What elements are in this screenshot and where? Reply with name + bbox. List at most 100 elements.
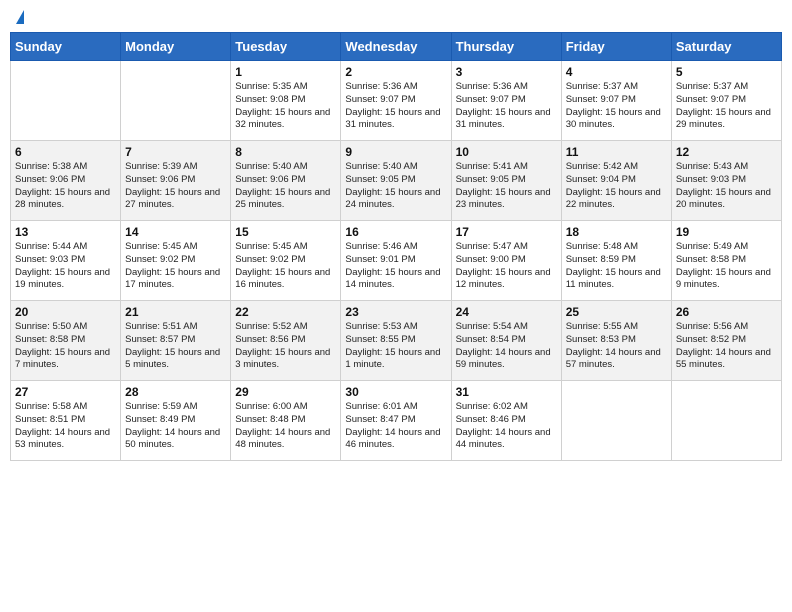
day-info: Sunrise: 5:55 AMSunset: 8:53 PMDaylight:…	[566, 321, 667, 372]
calendar-day-cell: 30 Sunrise: 6:01 AMSunset: 8:47 PMDayligh…	[341, 381, 451, 461]
day-number: 15	[235, 225, 336, 239]
day-number: 28	[125, 385, 226, 399]
day-number: 16	[345, 225, 446, 239]
logo-triangle-icon	[16, 10, 24, 24]
day-info: Sunrise: 5:37 AMSunset: 9:07 PMDaylight:…	[676, 81, 777, 132]
calendar-day-cell: 7 Sunrise: 5:39 AMSunset: 9:06 PMDaylight…	[121, 141, 231, 221]
calendar-day-cell	[11, 61, 121, 141]
calendar-day-cell	[671, 381, 781, 461]
weekday-header-saturday: Saturday	[671, 33, 781, 61]
calendar-week-row: 20 Sunrise: 5:50 AMSunset: 8:58 PMDayligh…	[11, 301, 782, 381]
day-info: Sunrise: 5:48 AMSunset: 8:59 PMDaylight:…	[566, 241, 667, 292]
calendar-day-cell	[121, 61, 231, 141]
day-number: 30	[345, 385, 446, 399]
day-info: Sunrise: 5:47 AMSunset: 9:00 PMDaylight:…	[456, 241, 557, 292]
calendar-day-cell: 11 Sunrise: 5:42 AMSunset: 9:04 PMDayligh…	[561, 141, 671, 221]
day-number: 14	[125, 225, 226, 239]
day-number: 19	[676, 225, 777, 239]
weekday-header-tuesday: Tuesday	[231, 33, 341, 61]
calendar-day-cell: 20 Sunrise: 5:50 AMSunset: 8:58 PMDayligh…	[11, 301, 121, 381]
day-info: Sunrise: 6:01 AMSunset: 8:47 PMDaylight:…	[345, 401, 446, 452]
calendar-week-row: 6Sunrise: 5:38 AMSunset: 9:06 PMDaylight…	[11, 141, 782, 221]
day-info: Sunrise: 5:42 AMSunset: 9:04 PMDaylight:…	[566, 161, 667, 212]
day-number: 26	[676, 305, 777, 319]
calendar-day-cell: 5 Sunrise: 5:37 AMSunset: 9:07 PMDaylight…	[671, 61, 781, 141]
calendar-day-cell: 9 Sunrise: 5:40 AMSunset: 9:05 PMDaylight…	[341, 141, 451, 221]
day-number: 29	[235, 385, 336, 399]
calendar-day-cell: 13 Sunrise: 5:44 AMSunset: 9:03 PMDayligh…	[11, 221, 121, 301]
page-header	[10, 10, 782, 24]
day-number: 5	[676, 65, 777, 79]
day-number: 1	[235, 65, 336, 79]
day-info: Sunrise: 5:49 AMSunset: 8:58 PMDaylight:…	[676, 241, 777, 292]
day-info: Sunrise: 5:37 AMSunset: 9:07 PMDaylight:…	[566, 81, 667, 132]
day-number: 2	[345, 65, 446, 79]
calendar-day-cell: 22 Sunrise: 5:52 AMSunset: 8:56 PMDayligh…	[231, 301, 341, 381]
calendar-day-cell: 31 Sunrise: 6:02 AMSunset: 8:46 PMDayligh…	[451, 381, 561, 461]
day-number: 18	[566, 225, 667, 239]
day-info: Sunrise: 6:02 AMSunset: 8:46 PMDaylight:…	[456, 401, 557, 452]
day-info: Sunrise: 6:00 AMSunset: 8:48 PMDaylight:…	[235, 401, 336, 452]
calendar-day-cell: 3 Sunrise: 5:36 AMSunset: 9:07 PMDaylight…	[451, 61, 561, 141]
day-number: 21	[125, 305, 226, 319]
day-info: Sunrise: 5:43 AMSunset: 9:03 PMDaylight:…	[676, 161, 777, 212]
day-info: Sunrise: 5:52 AMSunset: 8:56 PMDaylight:…	[235, 321, 336, 372]
day-number: 31	[456, 385, 557, 399]
day-number: 24	[456, 305, 557, 319]
day-info: Sunrise: 5:35 AMSunset: 9:08 PMDaylight:…	[235, 81, 336, 132]
calendar-day-cell: 8 Sunrise: 5:40 AMSunset: 9:06 PMDaylight…	[231, 141, 341, 221]
day-number: 7	[125, 145, 226, 159]
day-info: Sunrise: 5:54 AMSunset: 8:54 PMDaylight:…	[456, 321, 557, 372]
day-info: Sunrise: 5:36 AMSunset: 9:07 PMDaylight:…	[456, 81, 557, 132]
logo	[14, 10, 24, 24]
day-number: 20	[15, 305, 116, 319]
day-number: 12	[676, 145, 777, 159]
day-info: Sunrise: 5:46 AMSunset: 9:01 PMDaylight:…	[345, 241, 446, 292]
calendar-day-cell: 15Sunrise: 5:45 AMSunset: 9:02 PMDayligh…	[231, 221, 341, 301]
day-number: 3	[456, 65, 557, 79]
weekday-header-friday: Friday	[561, 33, 671, 61]
day-info: Sunrise: 5:56 AMSunset: 8:52 PMDaylight:…	[676, 321, 777, 372]
calendar-week-row: 1 Sunrise: 5:35 AMSunset: 9:08 PMDaylight…	[11, 61, 782, 141]
calendar-day-cell: 28Sunrise: 5:59 AMSunset: 8:49 PMDayligh…	[121, 381, 231, 461]
calendar-day-cell: 25Sunrise: 5:55 AMSunset: 8:53 PMDayligh…	[561, 301, 671, 381]
day-number: 23	[345, 305, 446, 319]
calendar-day-cell: 19 Sunrise: 5:49 AMSunset: 8:58 PMDayligh…	[671, 221, 781, 301]
day-info: Sunrise: 5:44 AMSunset: 9:03 PMDaylight:…	[15, 241, 116, 292]
day-info: Sunrise: 5:40 AMSunset: 9:05 PMDaylight:…	[345, 161, 446, 212]
day-number: 9	[345, 145, 446, 159]
day-info: Sunrise: 5:51 AMSunset: 8:57 PMDaylight:…	[125, 321, 226, 372]
day-number: 13	[15, 225, 116, 239]
calendar-day-cell: 18 Sunrise: 5:48 AMSunset: 8:59 PMDayligh…	[561, 221, 671, 301]
calendar-day-cell: 17Sunrise: 5:47 AMSunset: 9:00 PMDayligh…	[451, 221, 561, 301]
calendar-day-cell: 26 Sunrise: 5:56 AMSunset: 8:52 PMDayligh…	[671, 301, 781, 381]
day-number: 8	[235, 145, 336, 159]
day-info: Sunrise: 5:38 AMSunset: 9:06 PMDaylight:…	[15, 161, 116, 212]
calendar-day-cell: 16 Sunrise: 5:46 AMSunset: 9:01 PMDayligh…	[341, 221, 451, 301]
day-info: Sunrise: 5:58 AMSunset: 8:51 PMDaylight:…	[15, 401, 116, 452]
day-number: 11	[566, 145, 667, 159]
day-number: 27	[15, 385, 116, 399]
day-info: Sunrise: 5:39 AMSunset: 9:06 PMDaylight:…	[125, 161, 226, 212]
weekday-header-thursday: Thursday	[451, 33, 561, 61]
calendar-day-cell: 1 Sunrise: 5:35 AMSunset: 9:08 PMDaylight…	[231, 61, 341, 141]
calendar-day-cell: 2 Sunrise: 5:36 AMSunset: 9:07 PMDaylight…	[341, 61, 451, 141]
calendar-day-cell: 6Sunrise: 5:38 AMSunset: 9:06 PMDaylight…	[11, 141, 121, 221]
day-info: Sunrise: 5:40 AMSunset: 9:06 PMDaylight:…	[235, 161, 336, 212]
calendar-day-cell: 24 Sunrise: 5:54 AMSunset: 8:54 PMDayligh…	[451, 301, 561, 381]
calendar-day-cell	[561, 381, 671, 461]
day-number: 4	[566, 65, 667, 79]
day-info: Sunrise: 5:50 AMSunset: 8:58 PMDaylight:…	[15, 321, 116, 372]
day-info: Sunrise: 5:45 AMSunset: 9:02 PMDaylight:…	[125, 241, 226, 292]
weekday-header-monday: Monday	[121, 33, 231, 61]
calendar-table: SundayMondayTuesdayWednesdayThursdayFrid…	[10, 32, 782, 461]
day-number: 10	[456, 145, 557, 159]
weekday-header-sunday: Sunday	[11, 33, 121, 61]
calendar-week-row: 13 Sunrise: 5:44 AMSunset: 9:03 PMDayligh…	[11, 221, 782, 301]
day-info: Sunrise: 5:36 AMSunset: 9:07 PMDaylight:…	[345, 81, 446, 132]
calendar-day-cell: 10Sunrise: 5:41 AMSunset: 9:05 PMDayligh…	[451, 141, 561, 221]
calendar-day-cell: 23Sunrise: 5:53 AMSunset: 8:55 PMDayligh…	[341, 301, 451, 381]
calendar-day-cell: 21 Sunrise: 5:51 AMSunset: 8:57 PMDayligh…	[121, 301, 231, 381]
weekday-header-wednesday: Wednesday	[341, 33, 451, 61]
day-number: 22	[235, 305, 336, 319]
